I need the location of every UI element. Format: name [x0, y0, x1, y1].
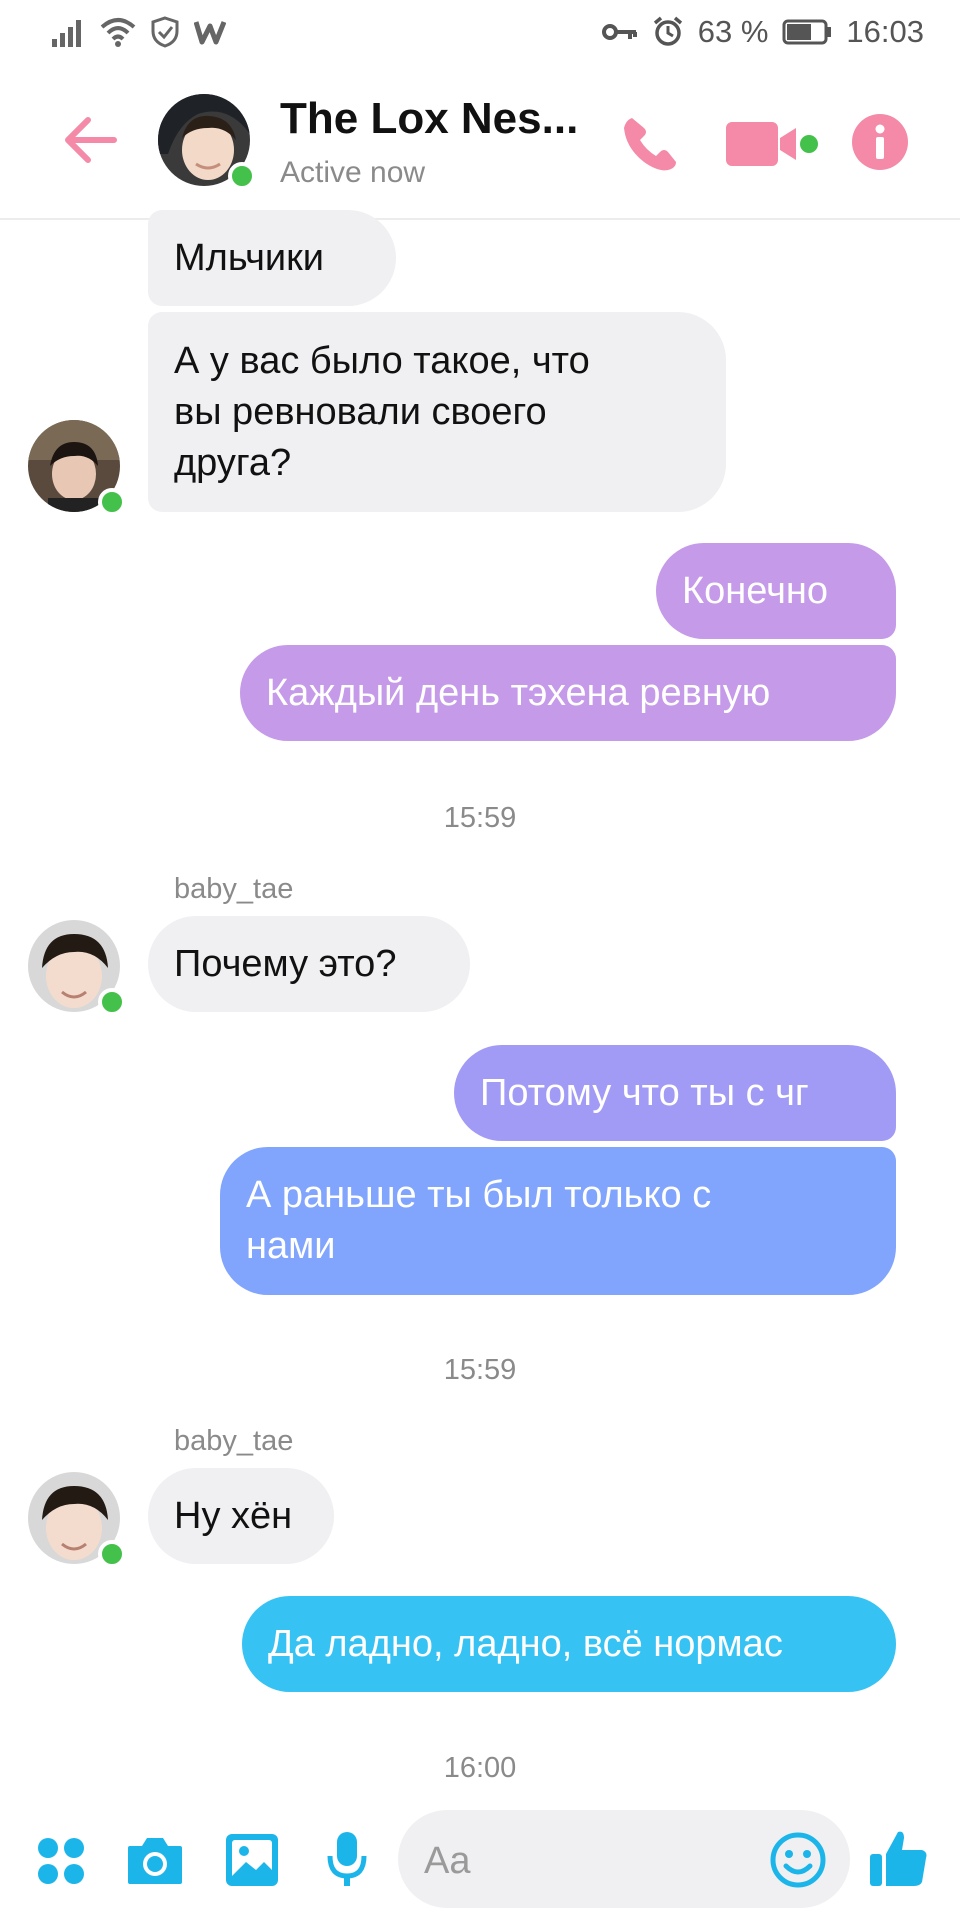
message-text-line: нами — [246, 1225, 336, 1267]
message-text: Конечно — [682, 569, 829, 612]
incoming-message[interactable]: Ну хён — [148, 1468, 334, 1564]
status-right: 63 % 16:03 — [601, 14, 924, 50]
message-text: Потому что ты с чг — [480, 1071, 809, 1114]
camera-icon[interactable] — [126, 1834, 184, 1886]
conversation-header: The Lox Nes... Active now — [0, 64, 960, 220]
message-text-line: вы ревновали своего — [174, 390, 547, 433]
message-text: Почему это? — [174, 942, 397, 985]
outgoing-message[interactable]: Да ладно, ладно, всё нормас — [242, 1596, 896, 1692]
key-icon — [601, 24, 637, 40]
sender-name: baby_tae — [174, 873, 294, 905]
emoji-icon[interactable] — [770, 1832, 826, 1888]
alarm-icon — [653, 16, 682, 46]
online-indicator — [98, 488, 126, 516]
phone-icon[interactable] — [618, 112, 682, 176]
sender-avatar[interactable] — [28, 420, 126, 516]
timestamp: 16:00 — [443, 1752, 517, 1784]
outgoing-message[interactable]: Потому что ты с чг — [454, 1045, 896, 1141]
outgoing-message[interactable]: А раньше ты был только с нами — [220, 1147, 896, 1295]
sender-name: baby_tae — [174, 1425, 294, 1457]
back-arrow-icon[interactable] — [60, 110, 120, 170]
online-indicator — [228, 162, 256, 190]
sender-avatar[interactable] — [28, 920, 126, 1016]
incoming-message[interactable]: Почему это? — [148, 916, 470, 1012]
online-indicator — [98, 988, 126, 1016]
incoming-message[interactable]: Мльчики — [148, 210, 396, 306]
message-composer: Aa — [0, 1800, 960, 1920]
gallery-icon[interactable] — [224, 1832, 280, 1888]
battery-icon — [782, 19, 832, 45]
active-status: Active now — [280, 156, 426, 189]
outgoing-message[interactable]: Каждый день тэхена ревную — [240, 645, 896, 741]
apps-grid-icon[interactable] — [36, 1836, 86, 1886]
wifi-icon — [100, 18, 136, 47]
sender-avatar[interactable] — [28, 1472, 126, 1568]
message-text-line: А у вас было такое, что — [174, 339, 590, 382]
clock: 16:03 — [846, 14, 924, 49]
timestamp: 15:59 — [443, 802, 517, 834]
message-input-placeholder: Aa — [424, 1840, 471, 1882]
timestamp: 15:59 — [443, 1354, 517, 1386]
message-text: Каждый день тэхена ревную — [266, 671, 771, 714]
message-text: Ну хён — [174, 1494, 293, 1537]
video-icon[interactable] — [724, 116, 820, 172]
message-text-line: А раньше ты был только с — [246, 1174, 712, 1216]
outgoing-message[interactable]: Конечно — [656, 543, 896, 639]
status-left — [52, 16, 226, 48]
shield-icon — [151, 16, 179, 48]
message-text: Мльчики — [174, 236, 324, 279]
message-text: Да ладно, ладно, всё нормас — [268, 1622, 783, 1665]
info-icon[interactable] — [850, 112, 910, 172]
conversation-title[interactable]: The Lox Nes... — [280, 94, 590, 144]
microphone-icon[interactable] — [326, 1830, 368, 1890]
thumbs-up-icon[interactable] — [868, 1828, 930, 1890]
w-app-icon — [194, 21, 226, 45]
online-indicator — [98, 1540, 126, 1568]
message-input[interactable]: Aa — [398, 1810, 850, 1908]
incoming-message[interactable]: А у вас было такое, что вы ревновали сво… — [148, 312, 726, 512]
signal-icon — [52, 20, 81, 47]
battery-percent: 63 % — [697, 14, 769, 49]
group-avatar[interactable] — [158, 94, 256, 190]
status-bar: 63 % 16:03 — [0, 0, 960, 64]
message-text-line: друга? — [174, 441, 292, 484]
